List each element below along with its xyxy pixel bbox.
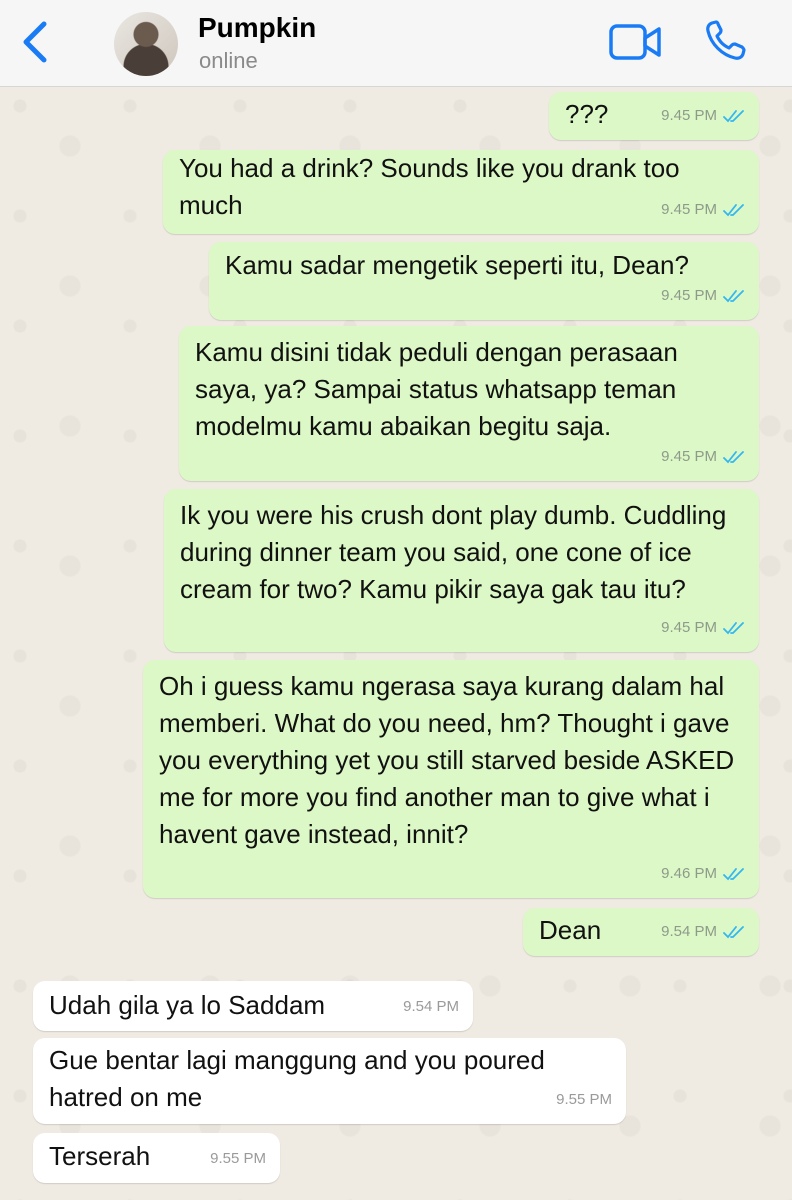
- voice-call-button[interactable]: [702, 18, 748, 64]
- outgoing-message[interactable]: You had a drink? Sounds like you drank t…: [163, 150, 759, 234]
- incoming-message[interactable]: Udah gila ya lo Saddam 9.54 PM: [33, 981, 473, 1031]
- double-check-read-icon: [723, 925, 745, 939]
- outgoing-message[interactable]: Dean 9.54 PM: [523, 908, 759, 956]
- outgoing-message[interactable]: Ik you were his crush dont play dumb. Cu…: [164, 489, 759, 652]
- double-check-read-icon: [723, 289, 745, 303]
- message-meta: 9.45 PM: [661, 438, 745, 475]
- message-time: 9.46 PM: [661, 865, 717, 882]
- video-call-button[interactable]: [608, 22, 662, 62]
- message-text: Ik you were his crush dont play dumb. Cu…: [180, 500, 727, 604]
- incoming-message[interactable]: Gue bentar lagi manggung and you poured …: [33, 1038, 626, 1124]
- message-text: Gue bentar lagi manggung and you poured …: [49, 1045, 545, 1112]
- message-text: Udah gila ya lo Saddam: [49, 990, 326, 1020]
- outgoing-message[interactable]: ??? 9.45 PM: [549, 92, 759, 140]
- message-meta: 9.45 PM: [661, 277, 745, 314]
- avatar[interactable]: [114, 12, 178, 76]
- chevron-left-icon: [23, 21, 47, 63]
- message-meta: 9.54 PM: [403, 988, 459, 1025]
- message-meta: 9.45 PM: [661, 609, 745, 646]
- message-time: 9.45 PM: [661, 107, 717, 124]
- message-text: Kamu disini tidak peduli dengan perasaan…: [195, 337, 678, 441]
- message-meta: 9.45 PM: [661, 97, 745, 134]
- message-time: 9.45 PM: [661, 619, 717, 636]
- message-meta: 9.46 PM: [661, 855, 745, 892]
- message-time: 9.55 PM: [556, 1091, 612, 1108]
- message-text: Oh i guess kamu ngerasa saya kurang dala…: [159, 671, 735, 849]
- message-meta: 9.54 PM: [661, 913, 745, 950]
- outgoing-message[interactable]: Kamu disini tidak peduli dengan perasaan…: [179, 326, 759, 481]
- double-check-read-icon: [723, 621, 745, 635]
- video-camera-icon: [609, 24, 661, 60]
- message-time: 9.54 PM: [661, 923, 717, 940]
- double-check-read-icon: [723, 109, 745, 123]
- double-check-read-icon: [723, 203, 745, 217]
- message-time: 9.54 PM: [403, 998, 459, 1015]
- back-button[interactable]: [14, 18, 58, 66]
- double-check-read-icon: [723, 450, 745, 464]
- outgoing-message[interactable]: Kamu sadar mengetik seperti itu, Dean? 9…: [209, 242, 759, 320]
- incoming-message[interactable]: Terserah 9.55 PM: [33, 1133, 280, 1183]
- message-time: 9.45 PM: [661, 448, 717, 465]
- contact-name[interactable]: Pumpkin: [198, 12, 316, 44]
- outgoing-message[interactable]: Oh i guess kamu ngerasa saya kurang dala…: [143, 660, 759, 898]
- contact-status: online: [199, 48, 258, 73]
- chat-header: Pumpkin online: [0, 0, 792, 87]
- message-meta: 9.45 PM: [661, 191, 745, 228]
- double-check-read-icon: [723, 867, 745, 881]
- message-meta: 9.55 PM: [210, 1140, 266, 1177]
- message-meta: 9.55 PM: [556, 1081, 612, 1118]
- message-time: 9.55 PM: [210, 1150, 266, 1167]
- message-time: 9.45 PM: [661, 201, 717, 218]
- phone-icon: [706, 20, 746, 60]
- message-time: 9.45 PM: [661, 287, 717, 304]
